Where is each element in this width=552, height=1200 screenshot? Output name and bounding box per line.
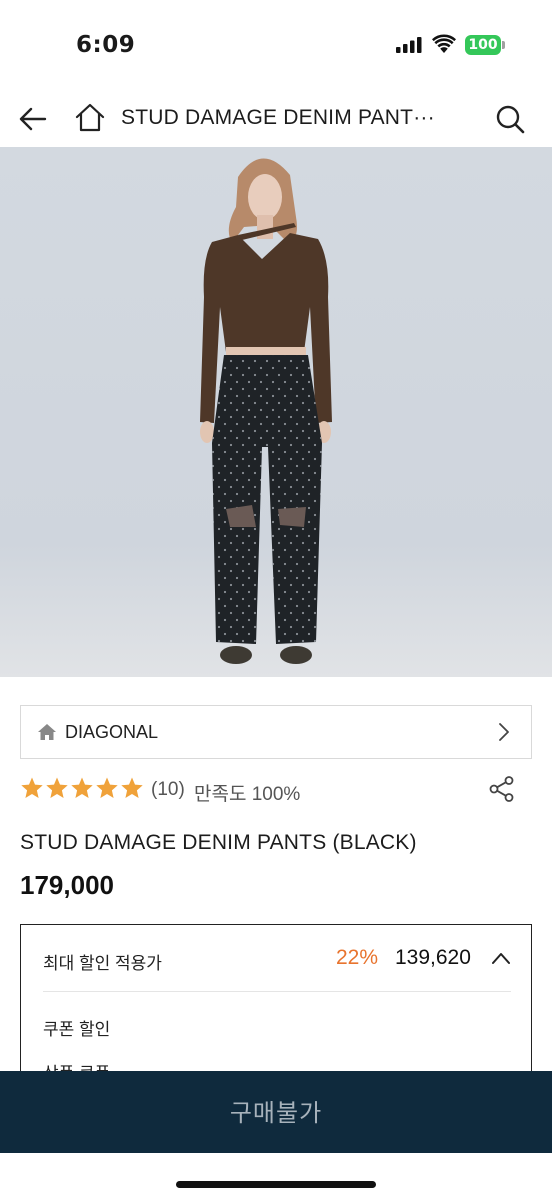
product-title: STUD DAMAGE DENIM PANTS (BLACK) xyxy=(20,831,417,854)
satisfaction-rate: 만족도 100% xyxy=(194,784,301,805)
star-icon xyxy=(46,777,68,798)
brand-name: DIAGONAL xyxy=(65,722,159,742)
back-arrow-icon[interactable] xyxy=(17,103,49,135)
share-icon[interactable] xyxy=(488,775,516,803)
max-discount-label: 최대 할인 적용가 xyxy=(43,954,162,973)
buy-button-label: 구매불가 xyxy=(229,1100,323,1127)
battery-icon: 100 xyxy=(465,35,505,55)
rating-row: (10) 만족도 100% xyxy=(20,775,532,807)
rating-stars[interactable] xyxy=(20,776,145,804)
review-count[interactable]: (10) xyxy=(151,779,185,801)
discounted-price: 139,620 xyxy=(395,946,471,969)
discount-header[interactable]: 최대 할인 적용가 22% 139,620 xyxy=(21,925,531,991)
product-price: 179,000 xyxy=(20,870,114,900)
status-bar: 6:09 100 xyxy=(0,0,552,90)
chevron-up-icon[interactable] xyxy=(491,951,511,965)
star-icon xyxy=(21,777,43,798)
page-title: STUD DAMAGE DENIM PANT··· xyxy=(121,106,435,129)
home-icon[interactable] xyxy=(74,102,106,134)
status-time: 6:09 xyxy=(76,32,136,58)
top-nav-bar: STUD DAMAGE DENIM PANT··· xyxy=(0,90,552,148)
discount-rate: 22% xyxy=(336,946,379,969)
wifi-icon xyxy=(432,34,456,53)
search-icon[interactable] xyxy=(494,103,526,135)
battery-cap xyxy=(502,41,505,49)
divider xyxy=(43,991,511,992)
star-icon xyxy=(96,777,118,798)
home-indicator[interactable] xyxy=(176,1181,376,1188)
battery-level: 100 xyxy=(465,35,501,55)
coupon-discount-label: 쿠폰 할인 xyxy=(43,1020,111,1039)
buy-button[interactable]: 구매불가 xyxy=(0,1071,552,1153)
brand-home-icon xyxy=(38,724,56,740)
chevron-right-icon xyxy=(499,723,509,741)
product-image xyxy=(0,147,552,677)
star-icon xyxy=(121,777,143,798)
star-icon xyxy=(71,777,93,798)
brand-link[interactable]: DIAGONAL xyxy=(20,705,532,759)
cellular-signal-icon xyxy=(396,37,422,53)
